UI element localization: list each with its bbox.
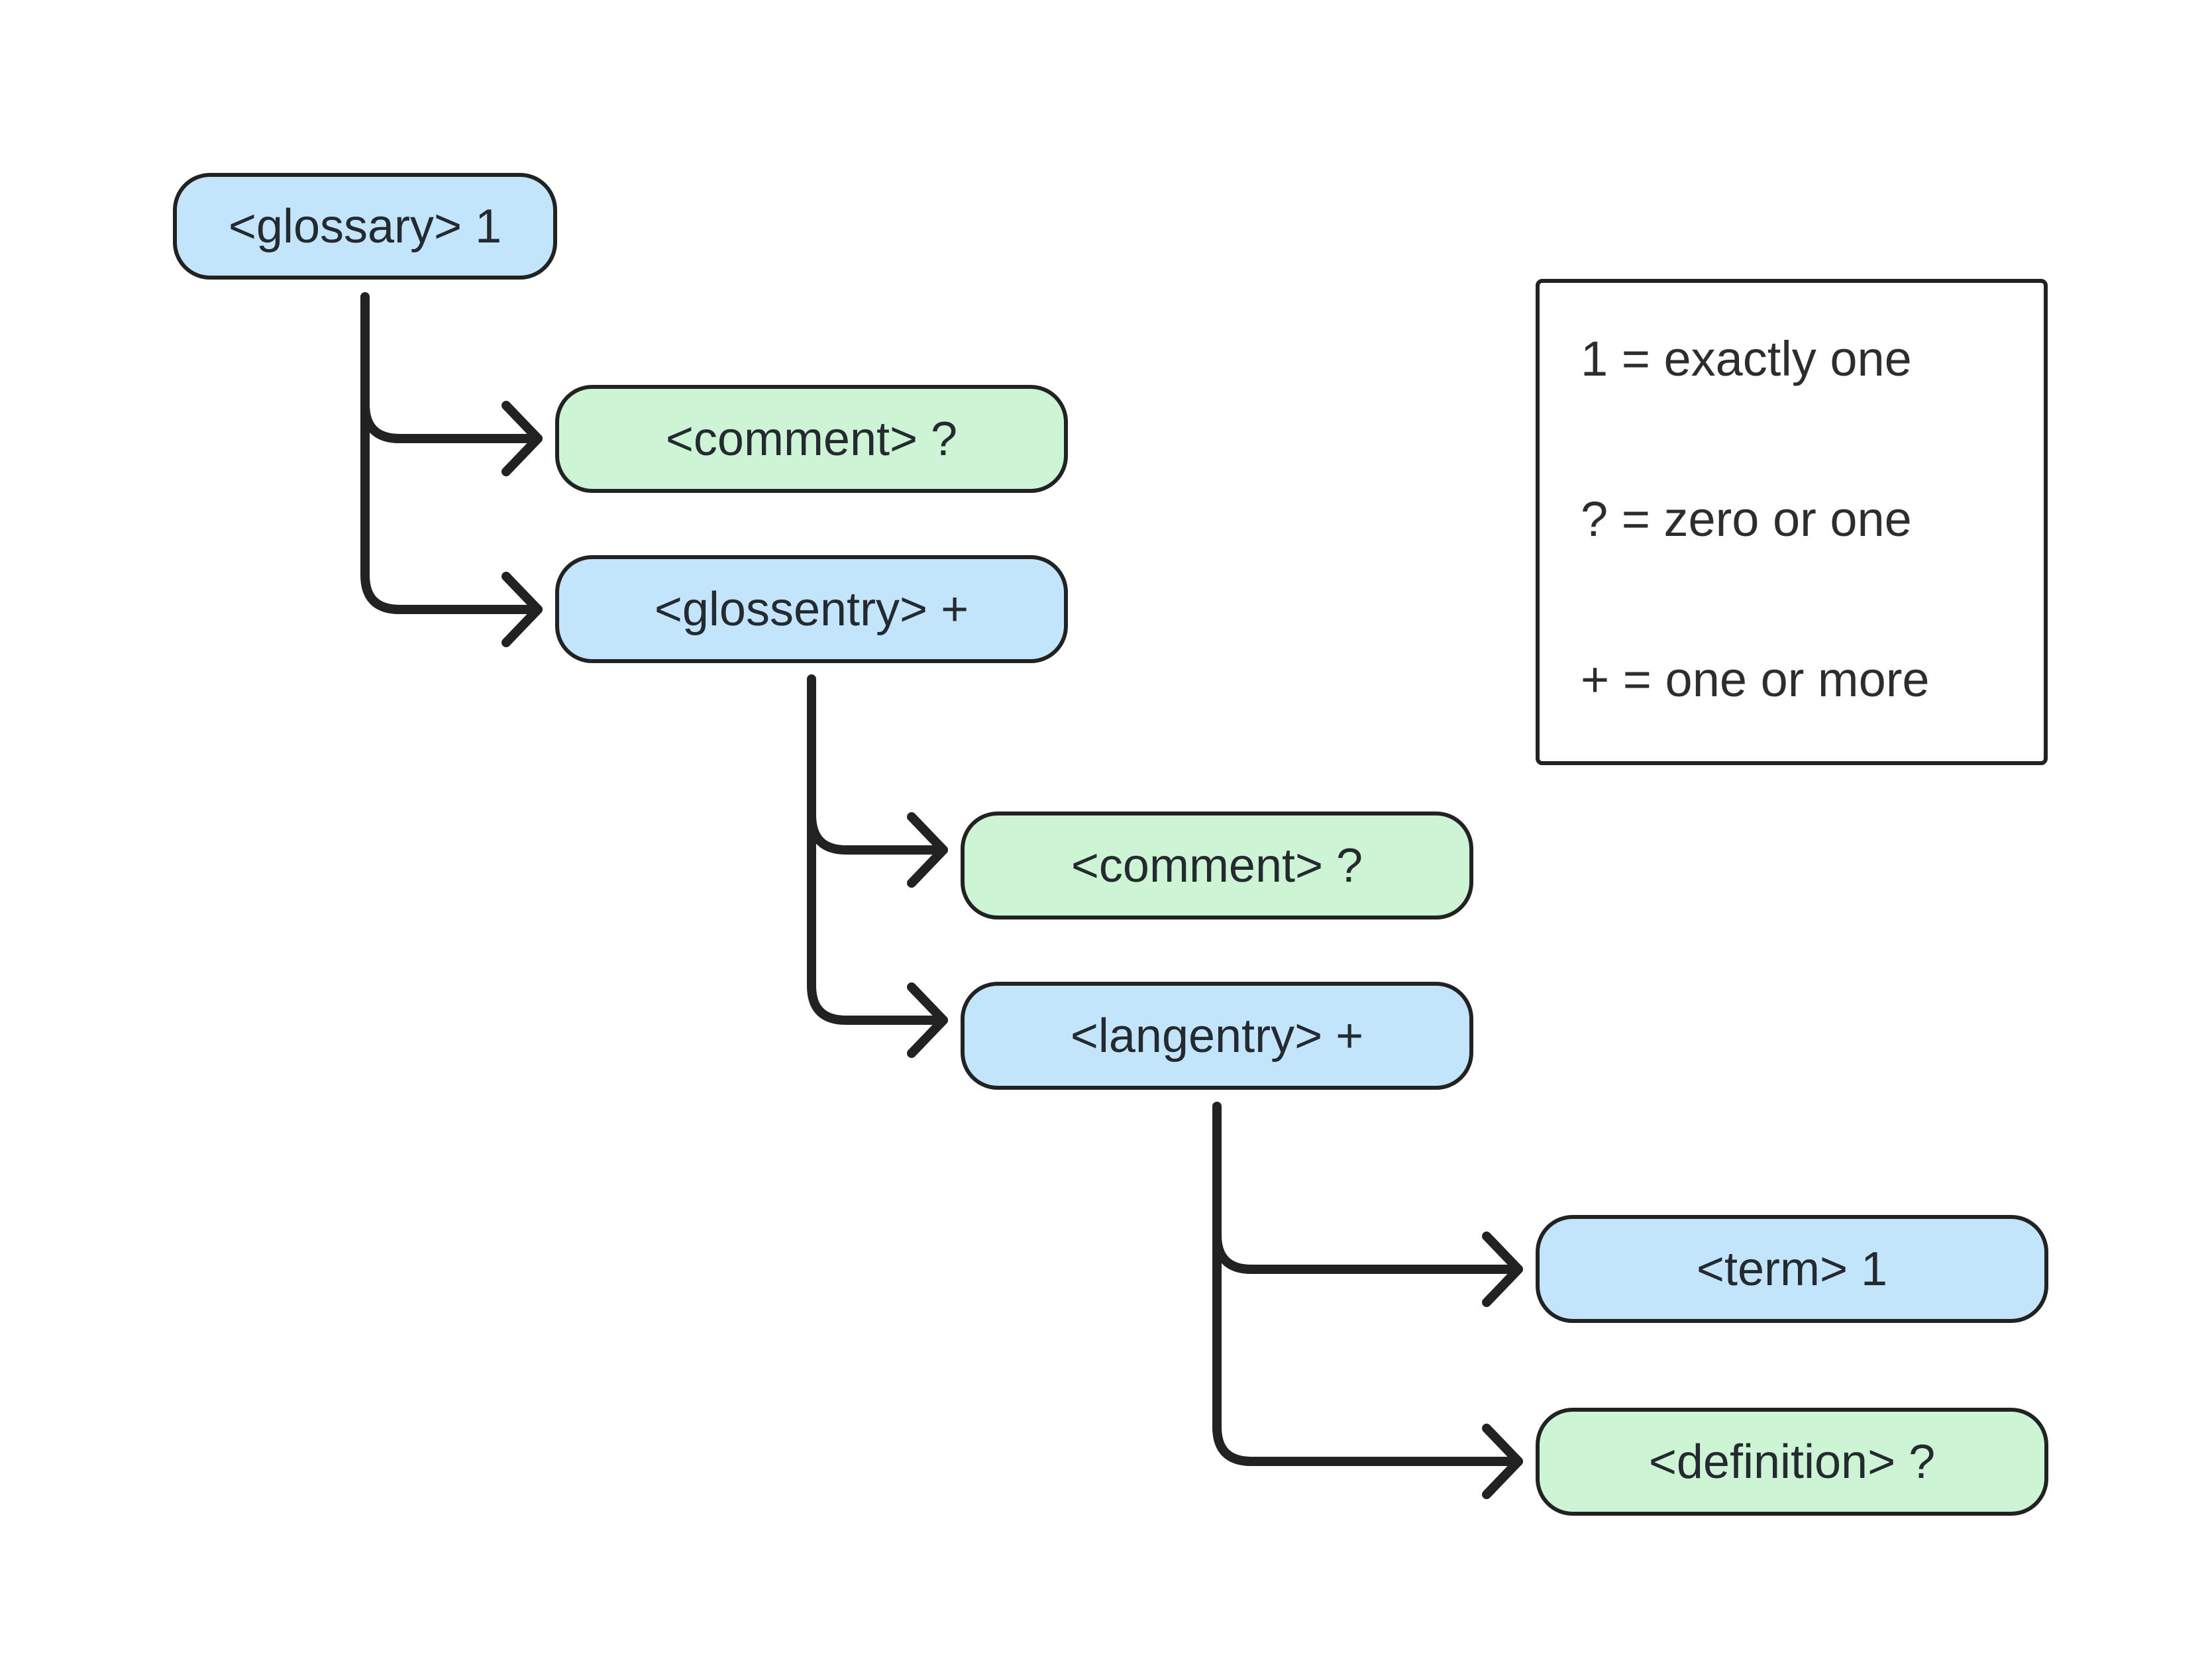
legend-item-one-or-more: + = one or more bbox=[1581, 652, 1930, 707]
node-glossary: <glossary> 1 bbox=[173, 173, 557, 280]
node-comment-2: <comment> ? bbox=[961, 812, 1473, 919]
node-label: <glossary> 1 bbox=[228, 199, 502, 253]
node-label: <comment> ? bbox=[665, 412, 958, 466]
legend-item-zero-or-one: ? = zero or one bbox=[1581, 492, 1912, 547]
edge-langentry-term bbox=[1212, 1102, 1523, 1274]
legend-box: 1 = exactly one ? = zero or one + = one … bbox=[1536, 279, 2048, 765]
node-label: <langentry> + bbox=[1070, 1009, 1364, 1063]
legend-item-exactly-one: 1 = exactly one bbox=[1581, 331, 1912, 386]
node-label: <comment> ? bbox=[1071, 839, 1363, 892]
node-langentry: <langentry> + bbox=[961, 982, 1473, 1090]
node-definition: <definition> ? bbox=[1536, 1408, 2048, 1516]
node-comment-1: <comment> ? bbox=[555, 385, 1068, 493]
node-label: <definition> ? bbox=[1648, 1435, 1936, 1489]
node-label: <term> 1 bbox=[1696, 1242, 1888, 1296]
node-term: <term> 1 bbox=[1536, 1215, 2048, 1323]
node-glossentry: <glossentry> + bbox=[555, 555, 1068, 663]
node-label: <glossentry> + bbox=[654, 582, 969, 636]
